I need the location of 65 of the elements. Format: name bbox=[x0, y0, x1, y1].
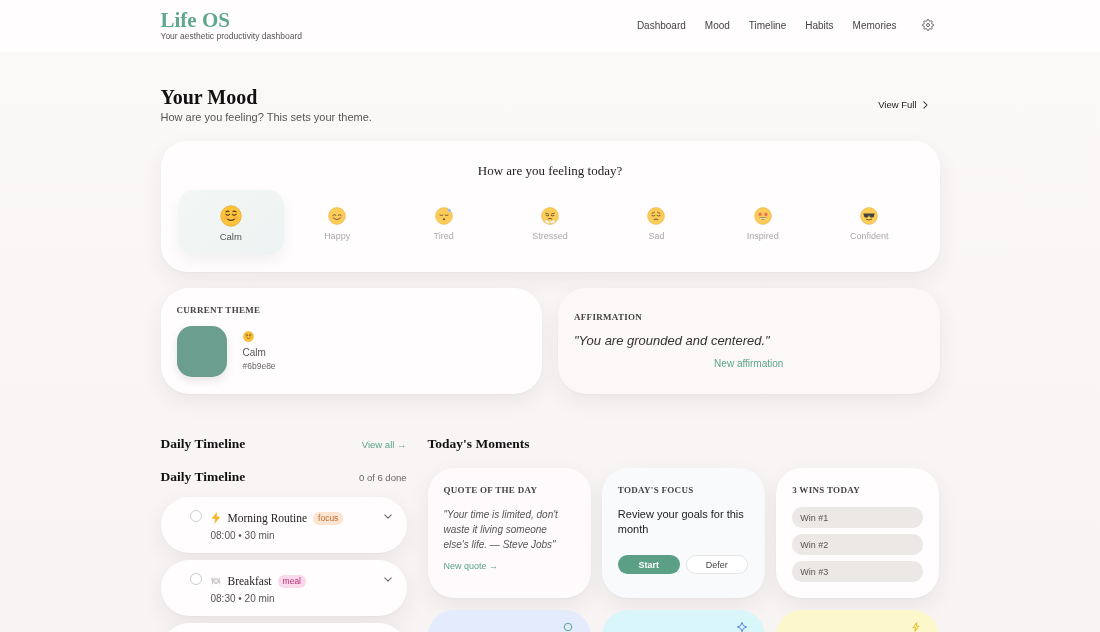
section-title: Daily Timeline bbox=[160, 469, 246, 485]
task-tag: focus bbox=[313, 511, 344, 525]
action-button[interactable]: Start bbox=[617, 555, 680, 574]
task-title: Morning Routine bbox=[227, 512, 308, 524]
relieved-face-icon bbox=[219, 205, 242, 227]
win-input-field[interactable]: Win #2 bbox=[792, 534, 924, 555]
sparkle-icon bbox=[737, 622, 748, 632]
lightning-bolt-icon bbox=[911, 622, 922, 632]
sunglasses-face-icon bbox=[860, 207, 879, 225]
nav-link[interactable]: Timeline bbox=[748, 19, 787, 31]
theme-name: Calm bbox=[242, 346, 266, 359]
relieved-face-icon bbox=[242, 331, 254, 342]
mood-option[interactable]: Calm bbox=[177, 190, 284, 255]
ring-icon bbox=[562, 622, 573, 632]
app-logo: Life OS bbox=[160, 9, 231, 31]
lightning-bolt-icon bbox=[210, 512, 221, 524]
new-affirmation-link[interactable]: New affirmation bbox=[714, 357, 784, 370]
action-button[interactable]: Defer bbox=[685, 555, 748, 574]
mood-option[interactable]: Stressed bbox=[496, 190, 604, 255]
star-eyes-face-icon bbox=[753, 207, 772, 225]
task-time: 08:00 • 30 min bbox=[210, 529, 276, 542]
smiling-face-icon bbox=[328, 207, 347, 225]
chevron-down-icon[interactable] bbox=[383, 577, 392, 582]
view-all-link[interactable]: View all → bbox=[361, 438, 407, 450]
win-input-field[interactable]: Win #1 bbox=[792, 507, 924, 528]
theme-hex-code: #6b9e8e bbox=[242, 361, 276, 372]
section-title: Your Mood bbox=[160, 85, 259, 109]
mood-option[interactable]: Confident bbox=[816, 190, 923, 255]
plate-cutlery-icon bbox=[210, 575, 221, 587]
task-tag: meal bbox=[277, 574, 306, 588]
card-heading: AFFIRMATION bbox=[574, 312, 643, 323]
task-time: 08:30 • 20 min bbox=[210, 592, 276, 605]
affirmation-text: "You are grounded and centered." bbox=[574, 332, 770, 349]
focus-text: Review your goals for this month bbox=[617, 507, 745, 537]
card-heading: TODAY'S FOCUS bbox=[617, 485, 695, 496]
huffing-face-icon bbox=[541, 207, 559, 225]
section-subtitle: How are you feeling? This sets your theme. bbox=[160, 110, 372, 124]
settings-icon[interactable] bbox=[921, 19, 934, 31]
app-tagline: Your aesthetic productivity dashboard bbox=[160, 31, 302, 42]
chevron-down-icon[interactable] bbox=[383, 514, 392, 519]
nav-link[interactable]: Habits bbox=[805, 19, 834, 31]
mood-option[interactable]: Sad bbox=[603, 190, 710, 255]
progress-count: 0 of 6 done bbox=[358, 471, 407, 483]
new-quote-link[interactable]: New quote → bbox=[443, 560, 499, 573]
card-heading: QUOTE OF THE DAY bbox=[443, 485, 539, 496]
chevron-right-icon bbox=[922, 100, 928, 109]
section-title: Today's Moments bbox=[427, 436, 531, 452]
nav-link[interactable]: Dashboard bbox=[636, 19, 686, 31]
section-title: Daily Timeline bbox=[160, 436, 246, 452]
sleepy-face-icon bbox=[434, 207, 453, 225]
mood-option[interactable]: Inspired bbox=[709, 190, 817, 255]
mood-option[interactable]: Tired bbox=[390, 190, 497, 255]
mood-question: How are you feeling today? bbox=[476, 163, 624, 179]
mood-option[interactable]: Happy bbox=[283, 190, 391, 255]
nav-link[interactable]: Mood bbox=[704, 19, 730, 31]
task-title: Breakfast bbox=[227, 575, 272, 587]
win-input-field[interactable]: Win #3 bbox=[792, 561, 924, 582]
checkbox[interactable] bbox=[189, 510, 202, 522]
card-heading: 3 WINS TODAY bbox=[792, 485, 861, 496]
sad-face-icon bbox=[647, 207, 666, 225]
view-full-link[interactable]: View Full bbox=[878, 99, 928, 110]
card-heading: CURRENT THEME bbox=[176, 305, 262, 316]
checkbox[interactable] bbox=[189, 573, 202, 585]
nav-link[interactable]: Memories bbox=[852, 19, 897, 31]
quote-text: "Your time is limited, don't waste it living someone else's life. — Steve Jobs" bbox=[443, 508, 559, 552]
